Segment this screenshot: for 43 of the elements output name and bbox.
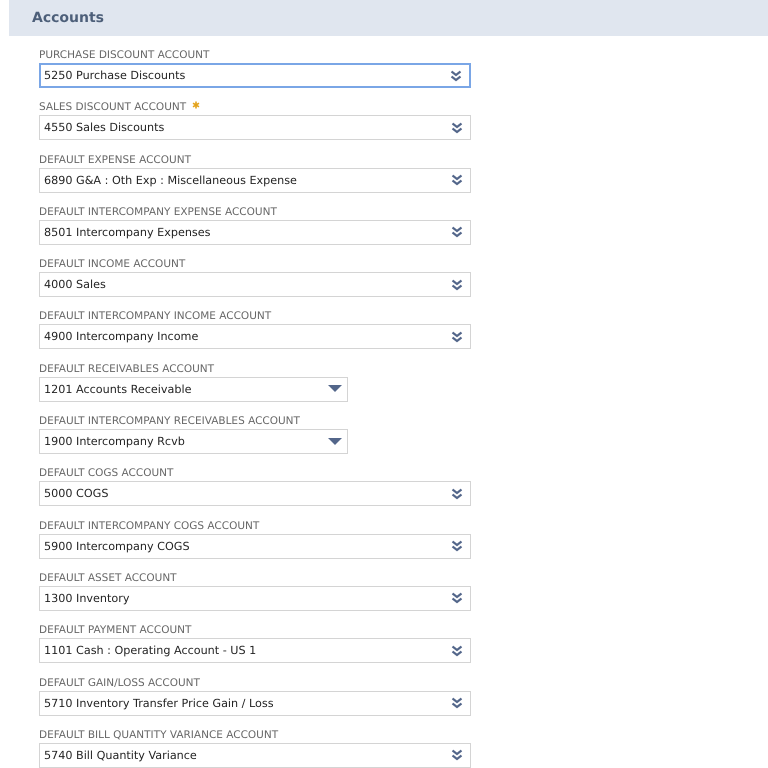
dropdown-field[interactable]: 4000 Sales: [39, 272, 471, 298]
dropdown-field[interactable]: 1900 Intercompany Rcvb: [39, 429, 348, 454]
field-label: DEFAULT BILL QUANTITY VARIANCE ACCOUNT: [39, 728, 278, 742]
dropdown-field[interactable]: 1300 Inventory: [39, 586, 471, 611]
double-chevron-icon: [451, 122, 463, 134]
dropdown-field[interactable]: 1201 Accounts Receivable: [39, 376, 348, 402]
dropdown-field[interactable]: 4550 Sales Discounts: [39, 115, 471, 140]
field-label: DEFAULT INCOME ACCOUNT: [39, 257, 186, 272]
field-label: SALES DISCOUNT ACCOUNT: [39, 100, 186, 114]
field-label: DEFAULT INTERCOMPANY RECEIVABLES ACCOUNT: [39, 414, 300, 428]
dropdown-field[interactable]: 6890 G&A : Oth Exp : Miscellaneous Expense: [39, 168, 471, 193]
field-label: DEFAULT PAYMENT ACCOUNT: [39, 623, 192, 638]
double-chevron-icon: [451, 749, 463, 762]
field-label: DEFAULT EXPENSE ACCOUNT: [39, 152, 191, 167]
double-chevron-icon: [451, 644, 463, 657]
field-label: DEFAULT ASSET ACCOUNT: [39, 570, 177, 585]
dropdown-field[interactable]: 5710 Inventory Transfer Price Gain / Loss: [39, 690, 471, 716]
double-chevron-icon: [451, 226, 463, 238]
dropdown-field[interactable]: 1101 Cash : Operating Account - US 1: [39, 638, 471, 664]
dropdown-field[interactable]: 5250 Purchase Discounts: [39, 63, 471, 88]
field-label: DEFAULT INTERCOMPANY EXPENSE ACCOUNT: [39, 204, 277, 219]
dropdown-field[interactable]: 5740 Bill Quantity Variance: [39, 742, 471, 768]
field-label: DEFAULT INTERCOMPANY INCOME ACCOUNT: [39, 309, 272, 324]
double-chevron-icon: [451, 278, 463, 291]
field-label: DEFAULT RECEIVABLES ACCOUNT: [39, 362, 214, 376]
double-chevron-icon: [451, 697, 463, 710]
double-chevron-icon: [451, 592, 463, 604]
double-chevron-icon: [451, 174, 463, 186]
field-label: DEFAULT GAIN/LOSS ACCOUNT: [39, 676, 200, 690]
caret-icon: [328, 385, 342, 394]
dropdown-field[interactable]: 5900 Intercompany COGS: [39, 534, 471, 559]
double-chevron-icon: [451, 330, 463, 343]
section-title: Accounts: [32, 10, 104, 26]
caret-icon: [328, 438, 342, 446]
double-chevron-icon: [450, 70, 462, 82]
double-chevron-icon: [451, 488, 463, 500]
field-label: PURCHASE DISCOUNT ACCOUNT: [39, 48, 210, 62]
field-label: DEFAULT COGS ACCOUNT: [39, 466, 174, 480]
dropdown-field[interactable]: 4900 Intercompany Income: [39, 324, 471, 350]
field-label: DEFAULT INTERCOMPANY COGS ACCOUNT: [39, 518, 260, 533]
dropdown-field[interactable]: 5000 COGS: [39, 481, 471, 506]
dropdown-field[interactable]: 8501 Intercompany Expenses: [39, 220, 471, 245]
double-chevron-icon: [451, 540, 463, 552]
